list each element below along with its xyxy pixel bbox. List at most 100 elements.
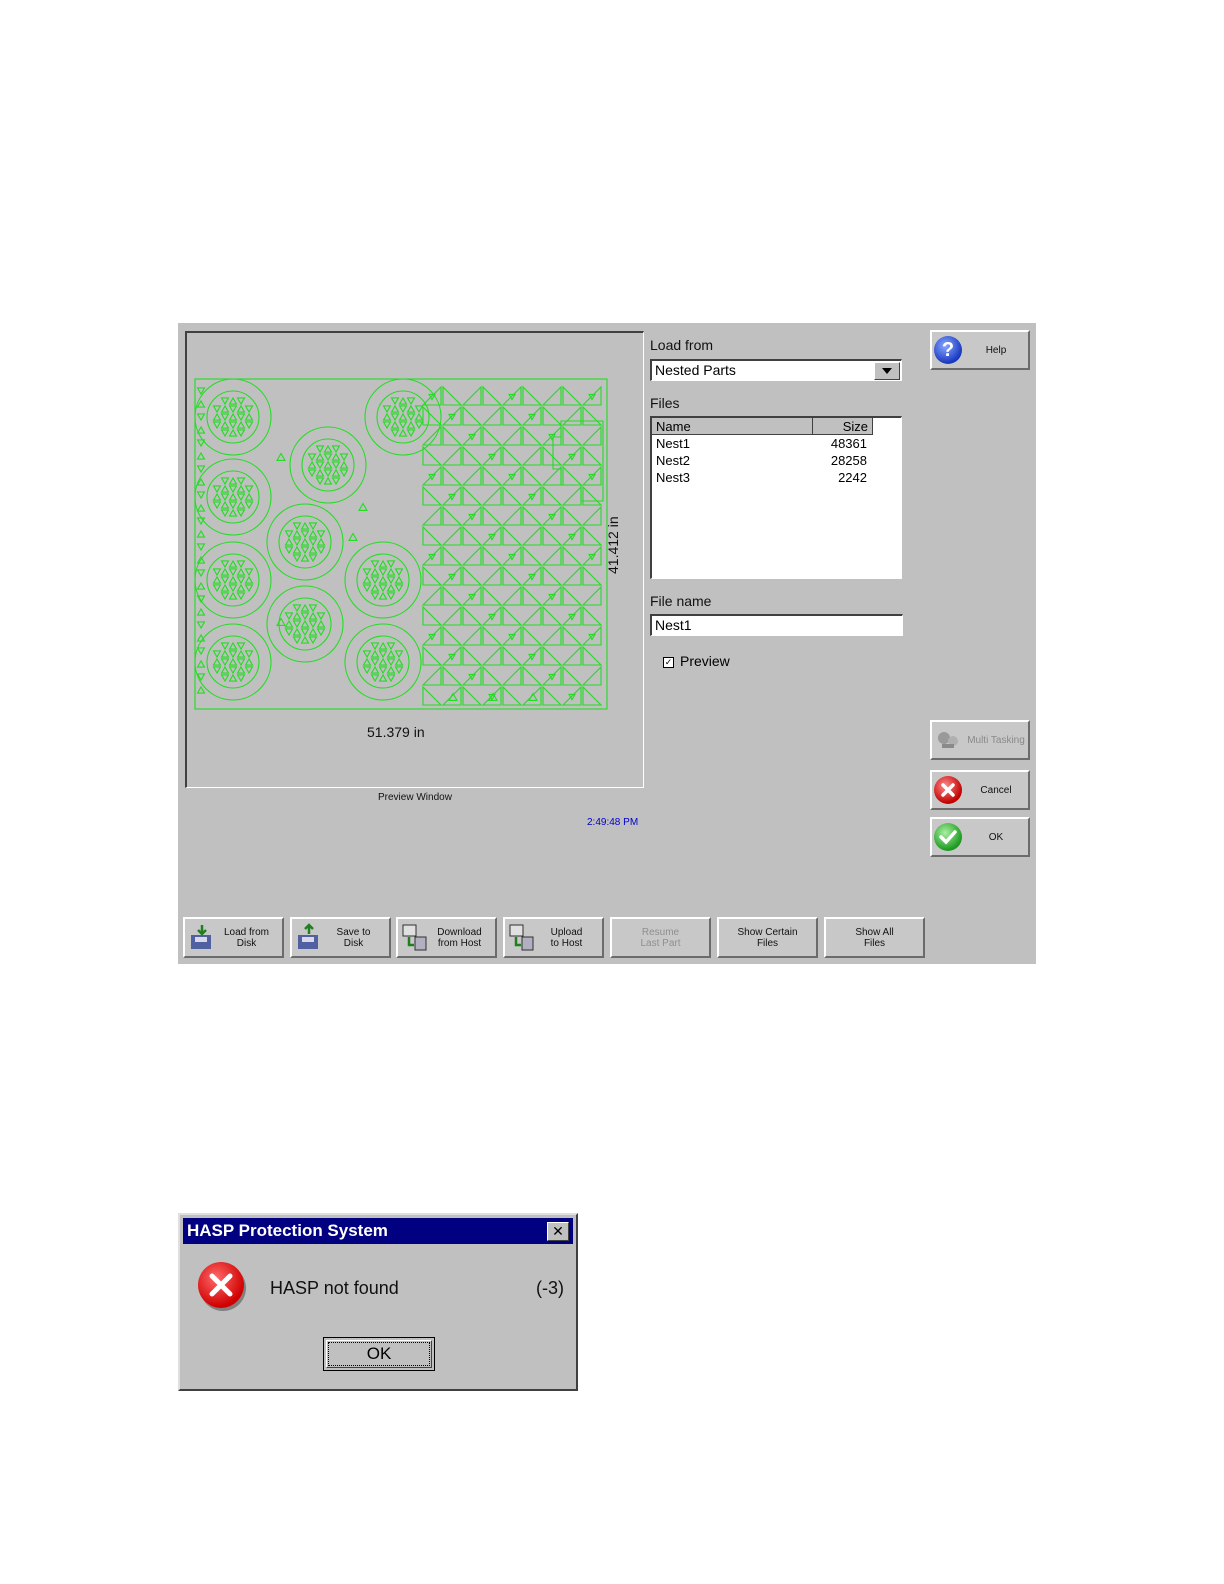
show-all-files-button[interactable]: Show All Files <box>824 917 925 958</box>
nested-part-outline <box>228 396 238 405</box>
nested-part-outline <box>398 405 408 414</box>
load-from-dropdown[interactable]: Nested Parts <box>650 359 902 381</box>
preview-caption: Preview Window <box>378 792 452 803</box>
nested-part-outline <box>481 645 502 666</box>
cancel-button[interactable]: Cancel <box>930 770 1030 810</box>
list-item[interactable]: Nest3 2242 <box>652 470 873 487</box>
close-icon[interactable]: ✕ <box>547 1222 569 1241</box>
nested-part-outline <box>481 445 502 466</box>
nested-part-outline <box>461 625 482 646</box>
nested-part-outline <box>390 429 400 438</box>
nested-part-outline <box>308 529 318 538</box>
nested-part-outline <box>307 453 317 462</box>
nested-part-outline <box>382 421 392 430</box>
dialog-titlebar[interactable]: HASP Protection System ✕ <box>183 1218 573 1244</box>
file-list[interactable]: Name Size Nest1 48361 Nest2 28258 Nest3 … <box>650 416 902 579</box>
nested-part-outline <box>582 605 603 626</box>
nested-part-outline <box>378 591 388 600</box>
column-header-size[interactable]: Size <box>813 418 873 435</box>
nested-part-outline <box>331 461 341 470</box>
nested-part-outline <box>442 425 463 446</box>
nested-part-outline <box>522 665 543 686</box>
chevron-down-icon[interactable] <box>874 362 900 380</box>
nested-part-outline <box>300 537 310 546</box>
multi-tasking-button[interactable]: Multi Tasking <box>930 720 1030 760</box>
nested-part-outline <box>502 485 523 506</box>
nested-part-outline <box>266 503 344 581</box>
toolbar-label-line1: Show All <box>855 926 894 938</box>
nested-part-outline <box>236 509 246 518</box>
file-name-input[interactable]: Nest1 <box>650 614 903 636</box>
nested-part-outline <box>502 565 523 586</box>
nested-part-outline <box>461 425 482 446</box>
nested-part-outline <box>236 413 246 422</box>
nested-part-outline <box>194 458 272 536</box>
nested-part-outline <box>315 461 325 470</box>
nested-part-outline <box>244 575 254 584</box>
nested-part-outline <box>292 604 302 613</box>
nested-part-outline <box>370 576 380 585</box>
resume-last-part-button[interactable]: Resume Last Part <box>610 917 711 958</box>
disk-load-icon <box>191 925 211 949</box>
nested-part-outline <box>244 485 254 494</box>
nested-part-outline <box>414 412 424 421</box>
nested-part-outline <box>370 665 380 674</box>
upload-to-host-button[interactable]: Upload to Host <box>503 917 604 958</box>
nested-part-outline <box>501 425 522 446</box>
nested-part-outline <box>581 585 602 606</box>
nested-part-outline <box>528 692 538 702</box>
nested-part-outline <box>370 560 380 569</box>
nested-part-outline <box>501 505 522 526</box>
show-certain-files-button[interactable]: Show Certain Files <box>717 917 818 958</box>
column-header-name[interactable]: Name <box>652 418 813 435</box>
help-button[interactable]: ? Help <box>930 330 1030 370</box>
nested-part-outline <box>339 453 349 462</box>
nested-part-outline <box>422 445 443 466</box>
save-to-disk-button[interactable]: Save to Disk <box>290 917 391 958</box>
ok-button[interactable]: OK <box>930 817 1030 857</box>
load-from-value: Nested Parts <box>655 362 736 378</box>
nested-part-outline <box>308 636 318 645</box>
nested-part-outline <box>502 685 523 706</box>
hasp-error-dialog: HASP Protection System ✕ HASP not found … <box>178 1213 578 1391</box>
nested-part-outline <box>378 568 388 577</box>
nested-part-outline <box>348 532 358 542</box>
nested-part-outline <box>502 605 523 626</box>
nested-part-outline <box>562 625 583 646</box>
download-from-host-button[interactable]: Download from Host <box>396 917 497 958</box>
list-item[interactable]: Nest1 48361 <box>652 436 873 453</box>
nested-part-outline <box>236 429 246 438</box>
nested-part-outline <box>236 658 246 667</box>
nested-part-outline <box>194 541 272 619</box>
nested-part-outline <box>462 445 483 466</box>
preview-checkbox[interactable]: ✓ <box>663 657 674 668</box>
nested-part-outline <box>442 545 463 566</box>
nested-part-outline <box>542 485 563 506</box>
nested-part-outline <box>502 525 523 546</box>
nested-part-outline <box>378 650 388 659</box>
nested-part-outline <box>228 559 238 568</box>
nested-part-outline <box>386 642 396 651</box>
nested-part-outline <box>292 529 302 538</box>
dialog-ok-button[interactable]: OK <box>323 1337 435 1371</box>
nested-part-outline <box>228 501 238 510</box>
toolbar-label-line1: Save to <box>336 926 371 938</box>
nested-part-outline <box>541 465 562 486</box>
nested-part-outline <box>398 396 408 405</box>
nested-part-outline <box>236 642 246 651</box>
nested-part-outline <box>228 575 238 584</box>
nested-part-outline <box>386 576 396 585</box>
nested-part-outline <box>521 565 542 586</box>
nested-part-outline <box>323 469 333 478</box>
nested-part-outline <box>482 505 503 526</box>
load-from-disk-button[interactable]: Load from Disk <box>183 917 284 958</box>
list-item[interactable]: Nest2 28258 <box>652 453 873 470</box>
nested-part-outline <box>344 541 422 619</box>
nested-part-outline <box>339 460 349 469</box>
preview-checkbox-row[interactable]: ✓ Preview <box>663 653 730 669</box>
nested-part-outline <box>196 607 206 616</box>
nested-part-outline <box>542 405 563 426</box>
nested-part-outline <box>561 685 582 706</box>
nested-part-outline <box>521 445 542 466</box>
nested-part-outline <box>421 665 442 686</box>
